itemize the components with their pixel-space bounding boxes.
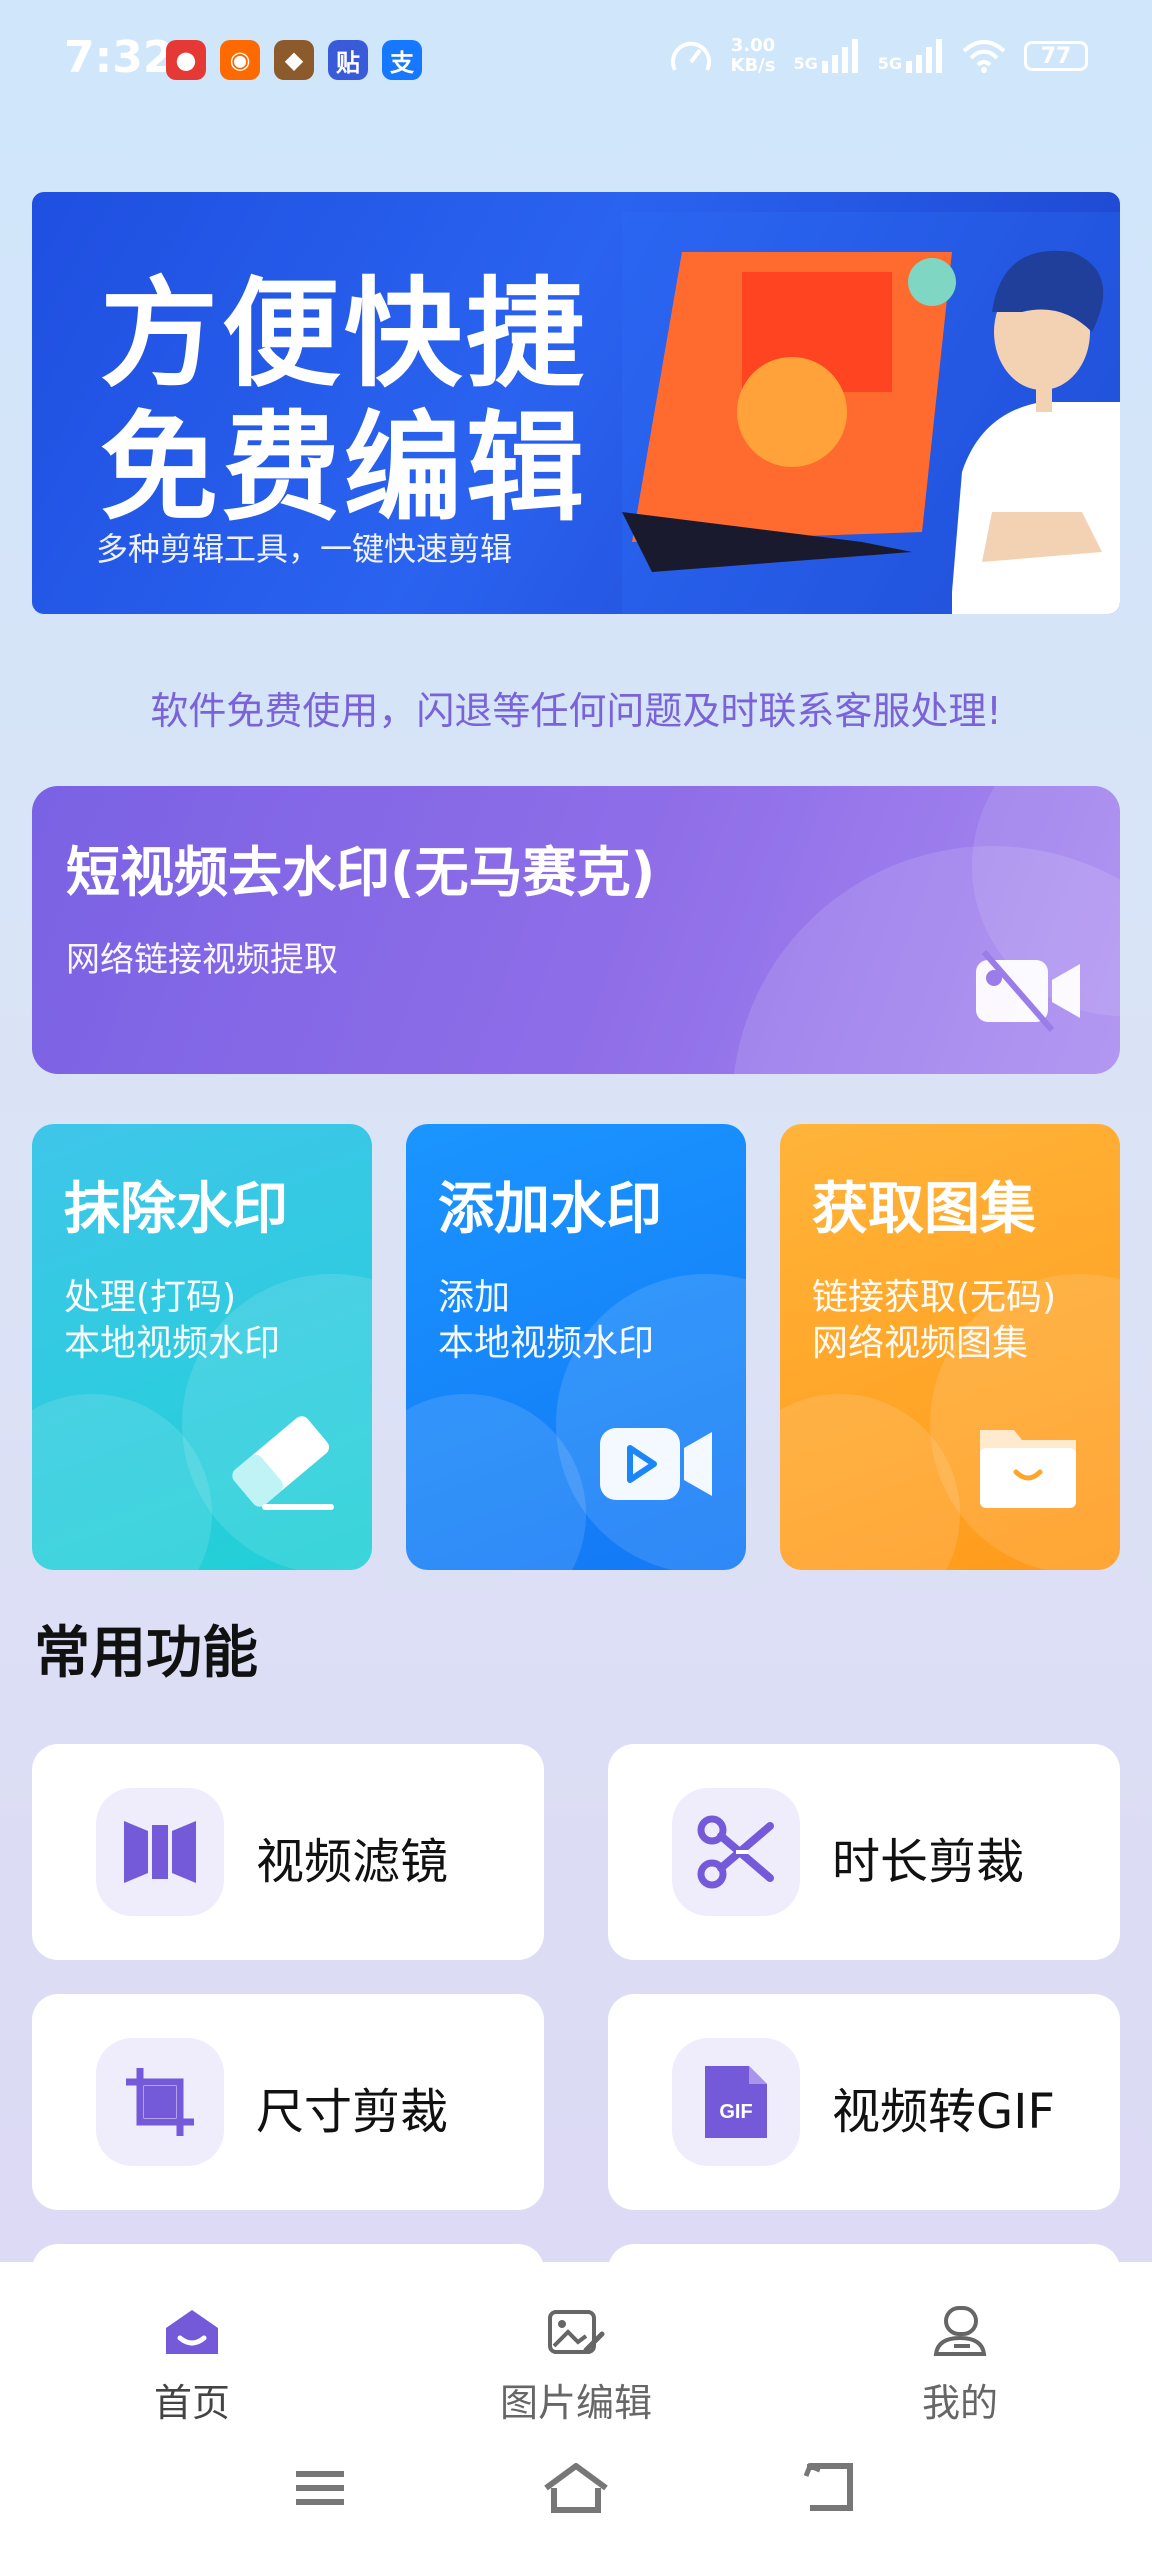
banner-subtitle: 多种剪辑工具，一键快速剪辑 [96,530,513,568]
nav-label: 首页 [153,2381,230,2425]
section-title: 常用功能 [34,1621,258,1686]
nav-label: 我的 [921,2381,998,2425]
signal-label: 5G [877,54,902,73]
status-time: 7:32 [64,32,174,83]
back-icon[interactable] [792,2458,872,2518]
tieba-app-icon: 贴 [328,40,368,80]
notice-text: 软件免费使用，闪退等任何问题及时联系客服处理! [150,689,1002,733]
net-speed-unit: KB/s [730,55,776,76]
promo-subtitle: 网络链接视频提取 [66,940,338,980]
shop-app-icon: ◉ [220,40,260,80]
card-desc-1: 链接获取(无码) [812,1277,1057,1318]
home-icon [166,2310,218,2354]
signal-strength-1: 5G [793,39,859,73]
video-play-icon [600,1428,712,1500]
notification-app-icons: ● ◉ ◆ 贴 支 [166,40,422,80]
get-gallery-card[interactable]: 获取图集 链接获取(无码) 网络视频图集 [780,1124,1120,1570]
nav-profile[interactable]: 我的 [810,2282,1110,2427]
signal-bars-icon [821,39,858,73]
card-title: 抹除水印 [64,1177,288,1242]
battery-indicator: 77 [1024,41,1088,71]
function-label: 视频转GIF [832,2084,1055,2140]
net-speed: 3.00 KB/s [731,36,776,76]
svg-text:GIF: GIF [719,2101,752,2123]
banner-headline-2: 免费编辑 [100,399,589,537]
function-duration-trim[interactable]: 时长剪裁 [608,1744,1120,1960]
signal-label: 5G [793,54,818,73]
wifi-icon [962,40,1006,73]
card-desc-1: 处理(打码) [64,1277,237,1318]
function-label: 时长剪裁 [832,1834,1025,1890]
card-title: 添加水印 [438,1177,662,1242]
nav-image-edit[interactable]: 图片编辑 [426,2282,726,2427]
function-video-filter[interactable]: 视频滤镜 [32,1744,544,1960]
image-edit-icon [548,2310,605,2354]
nav-label: 图片编辑 [499,2381,652,2425]
alipay-app-icon: 支 [382,40,422,80]
watermark-remover-card[interactable]: 短视频去水印(无马赛克) 网络链接视频提取 [32,786,1120,1074]
scissors-icon [672,1788,800,1916]
function-size-crop[interactable]: 尺寸剪裁 [32,1994,544,2210]
profile-icon [933,2306,987,2356]
video-off-icon [976,950,1080,1032]
add-watermark-card[interactable]: 添加水印 添加 本地视频水印 [406,1124,746,1570]
status-bar: 7:32 ● ◉ ◆ 贴 支 3.00 KB/s 5G 5G 77 [0,0,1152,120]
promo-title: 短视频去水印(无马赛克) [66,841,656,904]
gif-icon: GIF [672,2038,800,2166]
function-video-to-gif[interactable]: GIF 视频转GIF [608,1994,1120,2210]
data-saver-icon [670,41,711,71]
game-app-icon: ● [166,40,206,80]
card-desc-2: 本地视频水印 [438,1323,655,1364]
home-button-icon[interactable] [536,2458,616,2518]
signal-strength-2: 5G [878,39,944,73]
folder-icon [980,1430,1076,1508]
erase-watermark-card[interactable]: 抹除水印 处理(打码) 本地视频水印 [32,1124,372,1570]
card-desc-2: 网络视频图集 [812,1323,1029,1364]
promo-banner[interactable]: 方便快捷 免费编辑 多种剪辑工具，一键快速剪辑 [32,192,1120,614]
nav-home[interactable]: 首页 [42,2282,342,2427]
signal-bars-icon [906,39,942,73]
filter-icon [96,1788,224,1916]
banner-illustration [622,212,1120,614]
function-label: 视频滤镜 [256,1834,449,1890]
eraser-icon [232,1416,334,1510]
card-title: 获取图集 [812,1177,1036,1242]
crop-icon [96,2038,224,2166]
card-desc-1: 添加 [438,1277,511,1318]
net-speed-value: 3.00 [730,35,776,56]
status-indicators: 3.00 KB/s 5G 5G 77 [669,36,1088,76]
card-desc-2: 本地视频水印 [64,1323,281,1364]
hero-game-icon: ◆ [274,40,314,80]
function-label: 尺寸剪裁 [256,2084,449,2140]
menu-icon[interactable] [280,2458,360,2518]
